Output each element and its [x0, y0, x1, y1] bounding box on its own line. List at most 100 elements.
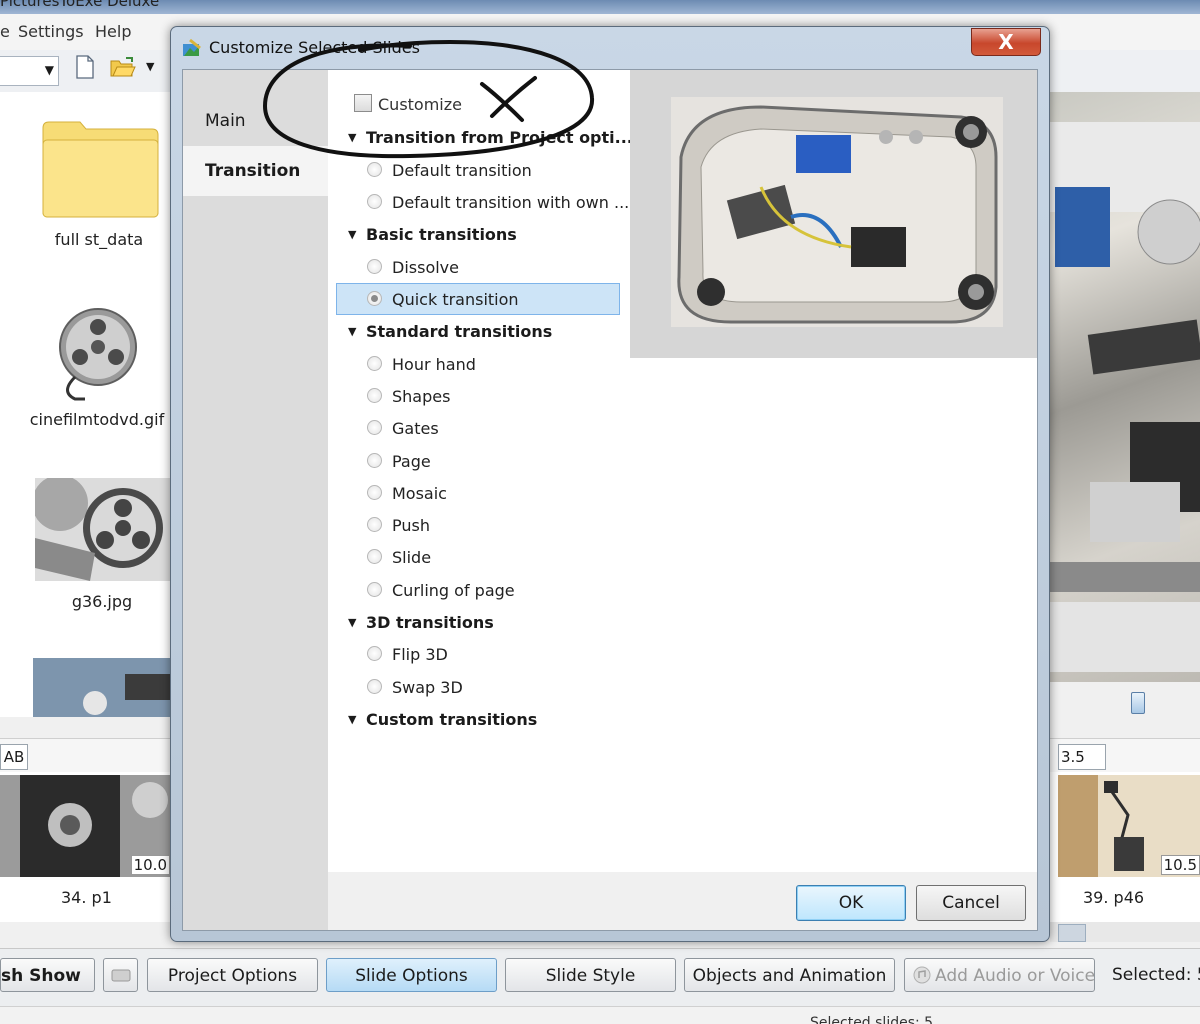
- radio-button[interactable]: [367, 453, 382, 468]
- item-page[interactable]: Page: [328, 445, 630, 477]
- group-label: 3D transitions: [366, 613, 494, 632]
- transition-preview-panel: [630, 70, 1037, 872]
- transition-tree: Customize ▼ Transition from Project opti…: [328, 70, 633, 872]
- monitor-icon: [111, 969, 130, 982]
- customize-slides-dialog: Customize Selected Slides X Main Transit…: [170, 26, 1050, 942]
- jpg-item[interactable]: [0, 478, 170, 581]
- item-dissolve[interactable]: Dissolve: [328, 251, 630, 283]
- gif-label: cinefilmtodvd.gif: [29, 410, 165, 429]
- dropdown-arrow-icon[interactable]: ▼: [146, 60, 154, 73]
- timeline-thumb-34[interactable]: 10.0: [0, 775, 170, 877]
- app-icon: [183, 38, 201, 56]
- cancel-button[interactable]: Cancel: [916, 885, 1026, 921]
- partial-thumb-item[interactable]: [0, 658, 170, 717]
- radio-button[interactable]: [367, 582, 382, 597]
- path-combo[interactable]: ▼: [0, 56, 59, 86]
- item-label: Curling of page: [392, 581, 515, 600]
- preview-image: [671, 97, 1003, 327]
- radio-button[interactable]: [367, 517, 382, 532]
- project-options-button[interactable]: Project Options: [147, 958, 318, 992]
- item-label: Push: [392, 516, 430, 535]
- app-title: PicturesToExe Deluxe: [0, 0, 160, 10]
- customize-checkbox[interactable]: [354, 94, 372, 112]
- open-folder-icon[interactable]: [110, 56, 136, 78]
- camera-thumbnail: [33, 658, 170, 717]
- item-default-transition-own[interactable]: Default transition with own ...: [328, 186, 630, 218]
- tab-transition[interactable]: Transition: [183, 146, 328, 196]
- group-label: Basic transitions: [366, 225, 517, 244]
- radio-button[interactable]: [367, 388, 382, 403]
- group-custom-transitions[interactable]: ▼ Custom transitions: [328, 703, 630, 735]
- slide-style-button[interactable]: Slide Style: [505, 958, 676, 992]
- item-curling-of-page[interactable]: Curling of page: [328, 574, 630, 606]
- timeline-thumb-39[interactable]: 10.5: [1058, 775, 1200, 877]
- ok-button[interactable]: OK: [796, 885, 906, 921]
- close-button[interactable]: X: [971, 28, 1041, 56]
- item-mosaic[interactable]: Mosaic: [328, 477, 630, 509]
- group-basic-transitions[interactable]: ▼ Basic transitions: [328, 218, 630, 250]
- status-bar: Selected slides: 5: [0, 1006, 1200, 1024]
- group-project-transition[interactable]: ▼ Transition from Project opti...: [328, 121, 633, 153]
- item-push[interactable]: Push: [328, 509, 630, 541]
- item-hour-hand[interactable]: Hour hand: [328, 348, 630, 380]
- radio-button[interactable]: [367, 259, 382, 274]
- item-gates[interactable]: Gates: [328, 412, 630, 444]
- preview-area: [630, 70, 1037, 358]
- objects-animation-button[interactable]: Objects and Animation: [684, 958, 895, 992]
- audio-icon: [913, 966, 931, 984]
- radio-button[interactable]: [367, 194, 382, 209]
- group-3d-transitions[interactable]: ▼ 3D transitions: [328, 606, 630, 638]
- radio-button[interactable]: [367, 485, 382, 500]
- chevron-down-icon: ▼: [44, 63, 54, 77]
- item-swap-3d[interactable]: Swap 3D: [328, 671, 630, 703]
- group-label: Standard transitions: [366, 322, 553, 341]
- item-label: Dissolve: [392, 258, 459, 277]
- ab-label[interactable]: AB: [0, 744, 28, 770]
- tab-main[interactable]: Main: [183, 96, 328, 146]
- item-slide[interactable]: Slide: [328, 541, 630, 573]
- group-standard-transitions[interactable]: ▼ Standard transitions: [328, 315, 630, 347]
- folder-icon: [42, 121, 159, 218]
- preview-slider-thumb[interactable]: [1131, 692, 1145, 714]
- add-audio-label: Add Audio or Voice: [935, 966, 1095, 986]
- radio-button[interactable]: [367, 291, 382, 306]
- expand-caret-icon: ▼: [348, 713, 357, 726]
- item-shapes[interactable]: Shapes: [328, 380, 630, 412]
- new-file-icon[interactable]: [76, 55, 94, 79]
- folder-item[interactable]: [0, 120, 170, 220]
- dialog-footer: OK Cancel: [328, 872, 1037, 930]
- file-browser: full st_data cinefilmtodvd.gif g36.jpg: [0, 92, 170, 717]
- add-audio-button[interactable]: Add Audio or Voice: [904, 958, 1095, 992]
- menu-settings[interactable]: Settings: [18, 22, 84, 41]
- slide-options-button[interactable]: Slide Options: [326, 958, 497, 992]
- customize-label: Customize: [378, 95, 462, 114]
- tab-column: Main Transition: [183, 70, 328, 930]
- item-default-transition[interactable]: Default transition: [328, 154, 630, 186]
- group-label: Transition from Project opti...: [366, 128, 633, 147]
- preview-button[interactable]: [103, 958, 138, 992]
- jpg-label: g36.jpg: [71, 592, 133, 611]
- item-flip-3d[interactable]: Flip 3D: [328, 638, 630, 670]
- thumb-duration: 10.0: [130, 855, 170, 875]
- item-label: Page: [392, 452, 431, 471]
- item-label: Hour hand: [392, 355, 476, 374]
- item-label: Slide: [392, 548, 432, 567]
- radio-button[interactable]: [367, 420, 382, 435]
- group-label: Custom transitions: [366, 710, 538, 729]
- close-icon: X: [998, 30, 1014, 54]
- radio-button[interactable]: [367, 549, 382, 564]
- item-quick-transition[interactable]: Quick transition: [328, 283, 630, 315]
- radio-button[interactable]: [367, 162, 382, 177]
- menu-help[interactable]: Help: [95, 22, 131, 41]
- item-label: Default transition with own ...: [392, 193, 630, 212]
- menu-file[interactable]: e: [0, 22, 10, 41]
- publish-show-button[interactable]: sh Show: [0, 958, 95, 992]
- timeline-scroll-thumb[interactable]: [1058, 924, 1086, 942]
- expand-caret-icon: ▼: [348, 616, 357, 629]
- preview-slider-track[interactable]: [1050, 690, 1200, 714]
- item-label: Default transition: [392, 161, 532, 180]
- gif-item[interactable]: [0, 307, 170, 402]
- radio-button[interactable]: [367, 356, 382, 371]
- radio-button[interactable]: [367, 679, 382, 694]
- radio-button[interactable]: [367, 646, 382, 661]
